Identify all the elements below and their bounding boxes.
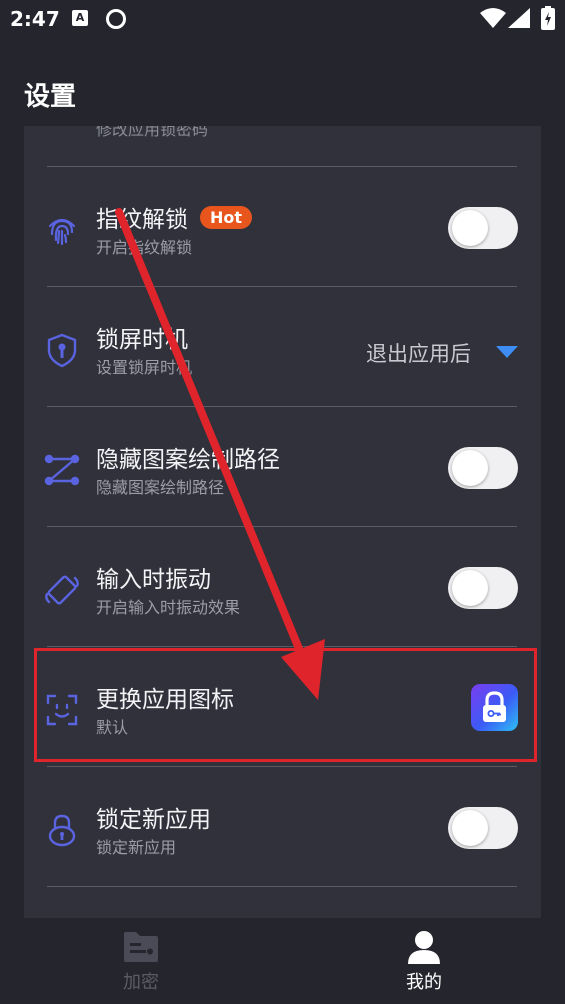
hot-badge: Hot xyxy=(200,206,253,229)
toggle-knob xyxy=(452,450,488,486)
toggle-knob xyxy=(452,810,488,846)
pattern-path-icon xyxy=(44,454,80,486)
dropdown-caret-icon[interactable] xyxy=(496,346,518,358)
nav-item-encrypt[interactable]: 加密 xyxy=(91,930,191,994)
lock-new-apps-toggle[interactable] xyxy=(448,807,518,849)
change-password-subtitle-cutoff: 修改应用锁密码 xyxy=(96,126,209,139)
nav-label-profile: 我的 xyxy=(406,972,442,993)
lock-timing-value[interactable]: 退出应用后 xyxy=(366,338,471,368)
annotation-highlight-box xyxy=(34,648,537,762)
status-time: 2:47 xyxy=(10,7,60,31)
setting-input-vibration[interactable]: 输入时振动 开启输入时振动效果 xyxy=(24,526,541,646)
setting-subtitle: 隐藏图案绘制路径 xyxy=(96,478,225,497)
toggle-knob xyxy=(452,210,488,246)
setting-lock-new-apps[interactable]: 锁定新应用 锁定新应用 xyxy=(24,766,541,886)
encrypt-folder-icon xyxy=(124,932,158,962)
settings-card: 修改应用锁密码 指纹解锁 Hot 开启指纹解锁 锁屏时机 设置锁屏时机 退出应用后 xyxy=(24,126,541,918)
hide-pattern-path-toggle[interactable] xyxy=(448,447,518,489)
setting-title: 锁屏时机 xyxy=(96,327,188,353)
padlock-icon xyxy=(48,814,76,847)
profile-icon xyxy=(408,931,440,964)
battery-icon xyxy=(541,6,555,30)
setting-title: 输入时振动 xyxy=(96,567,211,593)
vibration-icon xyxy=(45,575,79,605)
wifi-icon xyxy=(480,8,506,28)
nav-item-profile[interactable]: 我的 xyxy=(374,930,474,994)
fingerprint-toggle[interactable] xyxy=(448,207,518,249)
status-bar: 2:47 A xyxy=(0,0,565,38)
fingerprint-unlock-title: 指纹解锁 xyxy=(96,207,188,233)
divider xyxy=(47,886,517,887)
notification-icon: A xyxy=(72,10,88,26)
setting-hide-pattern-path[interactable]: 隐藏图案绘制路径 隐藏图案绘制路径 xyxy=(24,406,541,526)
nav-label-encrypt: 加密 xyxy=(123,972,159,993)
setting-title: 隐藏图案绘制路径 xyxy=(96,447,280,473)
signal-icon xyxy=(508,8,530,28)
setting-title: 指纹解锁 Hot xyxy=(96,200,253,234)
fingerprint-icon xyxy=(48,218,76,246)
setting-fingerprint-unlock[interactable]: 指纹解锁 Hot 开启指纹解锁 xyxy=(24,166,541,286)
setting-subtitle: 设置锁屏时机 xyxy=(96,358,193,377)
setting-subtitle: 开启输入时振动效果 xyxy=(96,598,241,617)
setting-lock-timing[interactable]: 锁屏时机 设置锁屏时机 退出应用后 xyxy=(24,286,541,406)
dnd-circle-icon xyxy=(106,9,126,29)
shield-key-icon xyxy=(47,333,77,368)
page-title: 设置 xyxy=(24,82,77,112)
bottom-navigation: 加密 我的 xyxy=(0,918,565,1004)
input-vibration-toggle[interactable] xyxy=(448,567,518,609)
setting-title: 锁定新应用 xyxy=(96,807,211,833)
setting-subtitle: 开启指纹解锁 xyxy=(96,238,193,257)
toggle-knob xyxy=(452,570,488,606)
setting-subtitle: 锁定新应用 xyxy=(96,838,177,857)
